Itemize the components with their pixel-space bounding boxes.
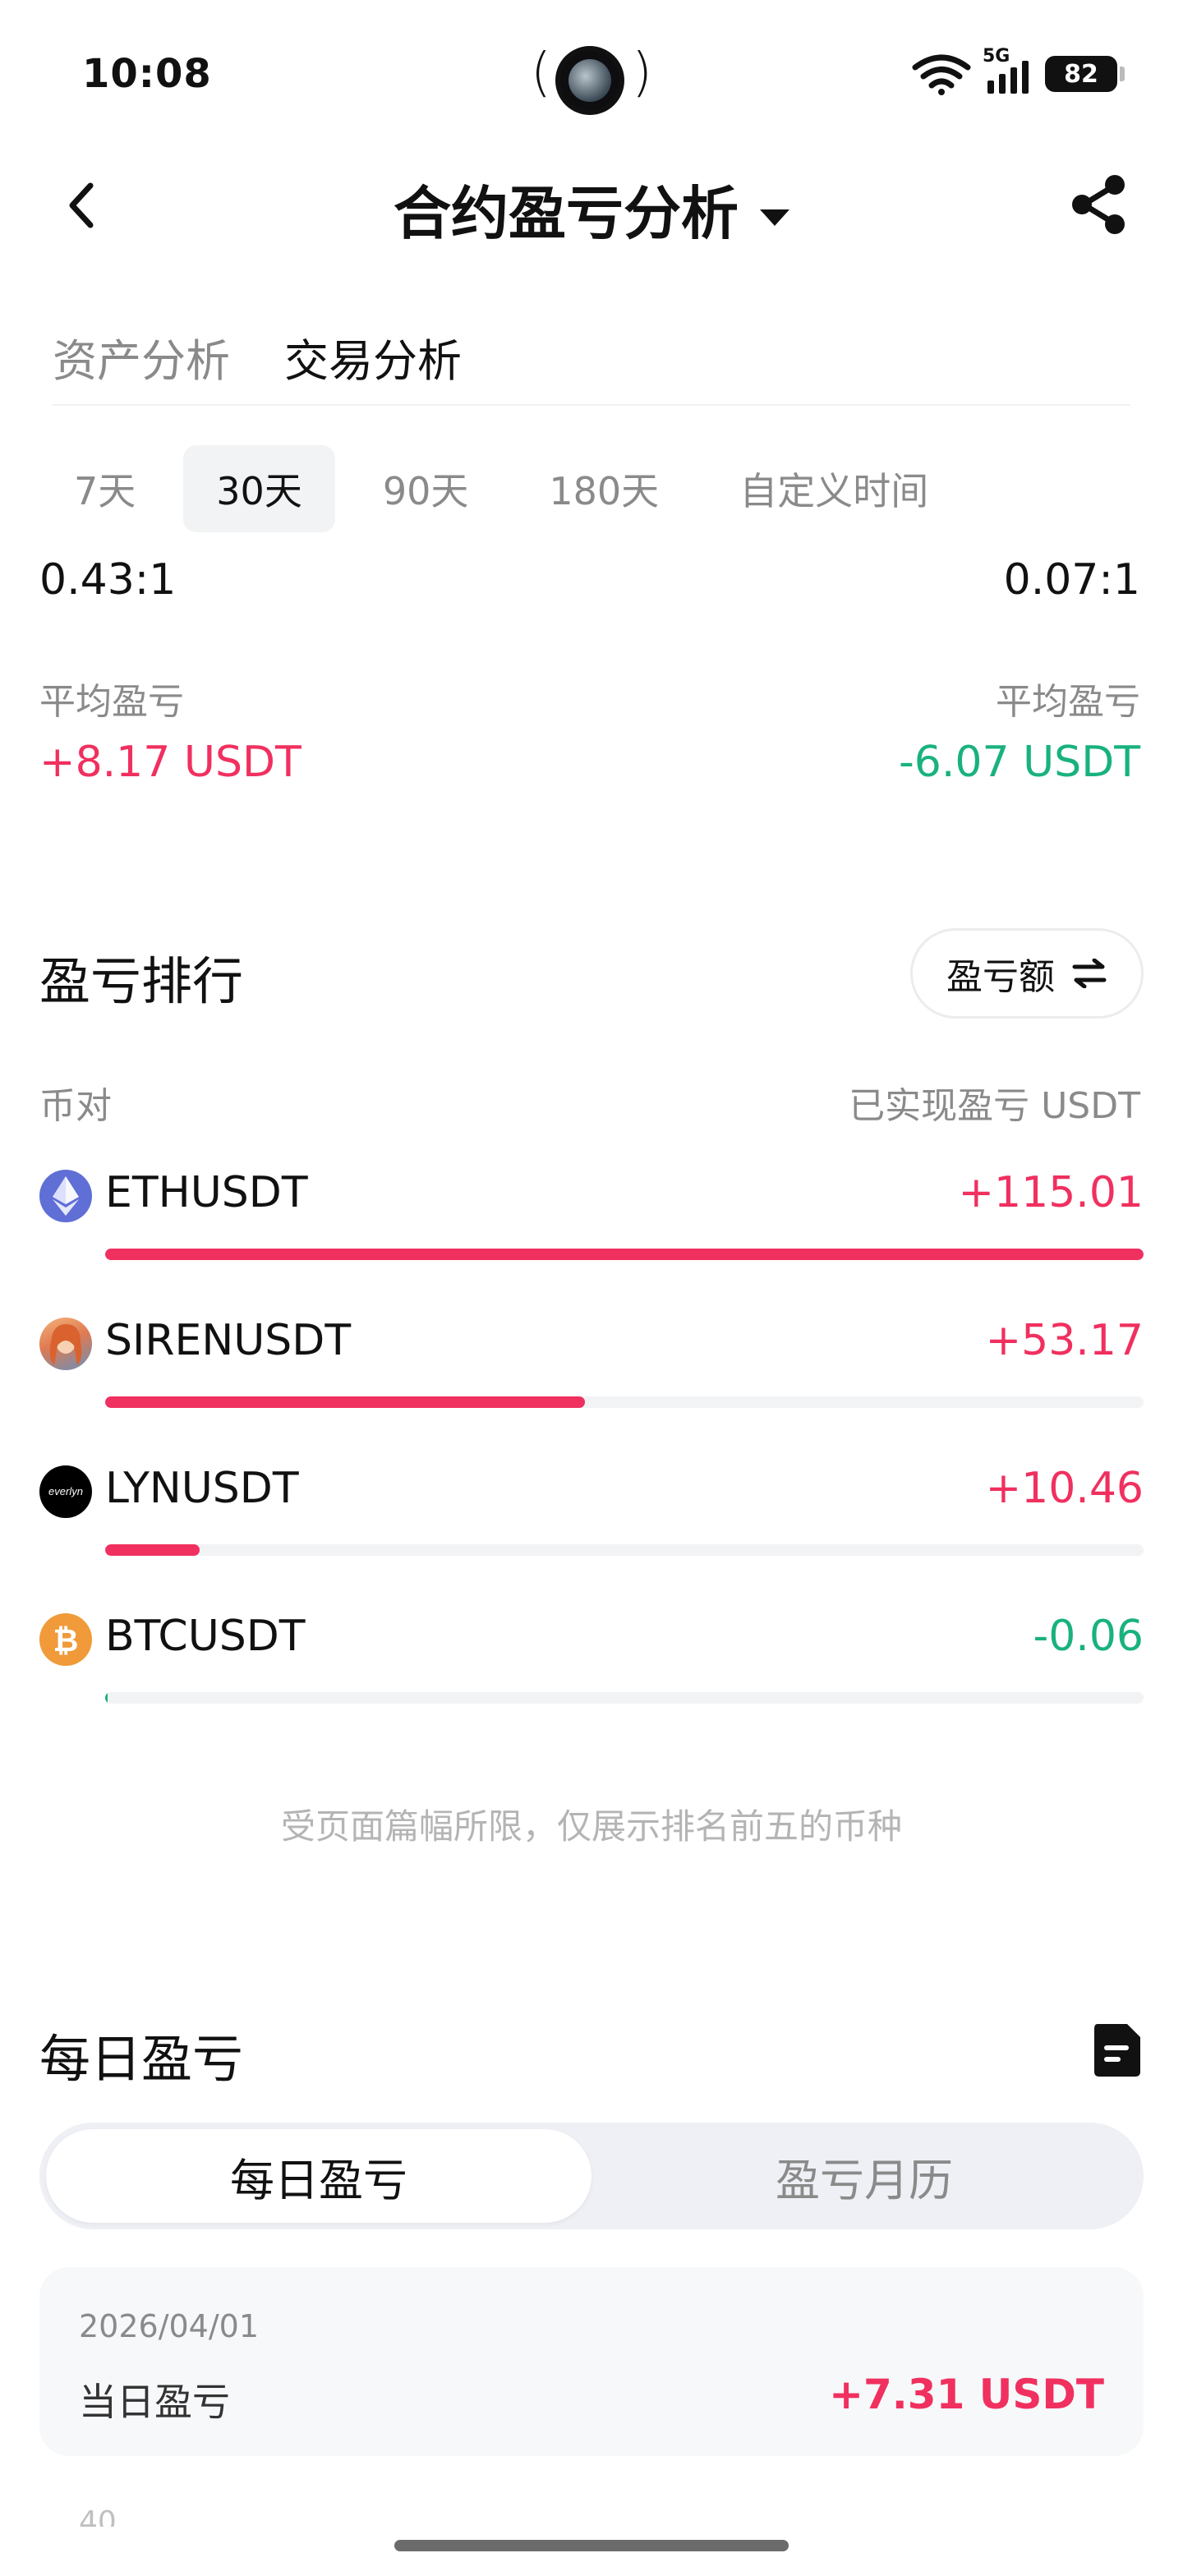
export-doc-button[interactable] (1091, 2021, 1144, 2080)
sort-label: 盈亏额 (946, 956, 1055, 998)
share-icon (1072, 175, 1125, 234)
document-icon (1094, 2024, 1140, 2077)
day-pnl-value: +7.31 USDT (829, 2371, 1104, 2418)
page-title: 合约盈亏分析 (394, 180, 739, 247)
battery-level: 82 (1064, 59, 1098, 89)
siren-avatar-icon (39, 1318, 92, 1370)
caret-down-icon (760, 209, 789, 226)
segment-calendar[interactable]: 盈亏月历 (592, 2129, 1137, 2223)
ranking-note: 受页面篇幅所限，仅展示排名前五的币种 (280, 1806, 902, 1847)
pnl-bar-fill (105, 1692, 108, 1704)
period-90d[interactable]: 90天 (350, 445, 502, 532)
camera-icon (555, 46, 624, 115)
coin-pnl: -0.06 (1033, 1612, 1144, 1661)
pnl-bar-fill (105, 1396, 585, 1408)
ranking-title: 盈亏排行 (39, 951, 244, 1011)
status-icons: 5G 82 (912, 46, 1125, 97)
ethereum-icon (39, 1170, 92, 1222)
home-indicator[interactable] (394, 2540, 789, 2551)
pnl-bar-track (105, 1249, 1144, 1260)
tab-asset-analysis[interactable]: 资产分析 (53, 324, 230, 389)
daily-segmented-control: 每日盈亏 盈亏月历 (39, 2123, 1144, 2229)
pnl-bar-fill (105, 1544, 200, 1556)
ranking-row[interactable]: ₿ BTCUSDT -0.06 (39, 1612, 1144, 1728)
coin-symbol: BTCUSDT (105, 1612, 306, 1661)
cellular-signal-icon: 5G (983, 46, 1033, 97)
segment-daily[interactable]: 每日盈亏 (46, 2129, 592, 2223)
status-bar: 10:08 ( ) 5G 82 (0, 0, 1183, 148)
avg-loss-value: -6.07 USDT (899, 738, 1140, 787)
coin-pnl: +10.46 (985, 1464, 1144, 1513)
daily-title: 每日盈亏 (39, 2029, 244, 2089)
wifi-icon (912, 54, 971, 95)
svg-text:everlyn: everlyn (48, 1485, 83, 1497)
col-pnl-header: 已实现盈亏 USDT (849, 1085, 1140, 1127)
island-left-bracket: ( (531, 43, 551, 104)
period-180d[interactable]: 180天 (516, 445, 692, 532)
period-selector: 7天 30天 90天 180天 自定义时间 (41, 445, 976, 532)
chart-axis-hint: 40 (79, 2505, 117, 2527)
main-tabs: 资产分析 交易分析 (53, 324, 462, 389)
tab-trade-analysis[interactable]: 交易分析 (284, 324, 462, 389)
ranking-row[interactable]: everlyn LYNUSDT +10.46 (39, 1464, 1144, 1580)
pnl-bar-fill (105, 1249, 1144, 1260)
sort-toggle-button[interactable]: 盈亏额 (910, 928, 1144, 1019)
svg-text:₿: ₿ (53, 1622, 79, 1658)
battery-icon: 82 (1045, 56, 1125, 92)
avg-profit-label: 平均盈亏 (39, 681, 184, 723)
period-7d[interactable]: 7天 (41, 445, 168, 532)
ranking-row[interactable]: SIRENUSDT +53.17 (39, 1316, 1144, 1433)
network-type: 5G (983, 46, 1010, 67)
tabs-divider (53, 404, 1130, 406)
status-time: 10:08 (82, 51, 212, 97)
daily-pnl-card[interactable]: 2026/04/01 当日盈亏 +7.31 USDT (39, 2267, 1144, 2456)
pnl-bar-track (105, 1396, 1144, 1408)
coin-pnl: +53.17 (985, 1316, 1144, 1365)
period-custom[interactable]: 自定义时间 (707, 445, 961, 532)
camera-island: ( ) (531, 39, 652, 115)
ratio-right: 0.07:1 (1003, 555, 1140, 605)
col-pair-header: 币对 (39, 1085, 112, 1127)
share-button[interactable] (1061, 168, 1135, 242)
pnl-bar-track (105, 1544, 1144, 1556)
island-right-bracket: ) (632, 43, 652, 104)
ratio-left: 0.43:1 (39, 555, 177, 605)
coin-symbol: LYNUSDT (105, 1464, 299, 1513)
avg-profit-value: +8.17 USDT (39, 738, 302, 787)
ranking-row[interactable]: ETHUSDT +115.01 (39, 1168, 1144, 1285)
swap-arrows-icon (1072, 959, 1107, 988)
pnl-bar-track (105, 1692, 1144, 1704)
coin-symbol: ETHUSDT (105, 1168, 308, 1217)
page-title-dropdown[interactable]: 合约盈亏分析 (0, 168, 1183, 251)
everlyn-logo-icon: everlyn (39, 1465, 92, 1518)
day-date: 2026/04/01 (79, 2308, 260, 2344)
avg-loss-label: 平均盈亏 (996, 681, 1140, 723)
coin-pnl: +115.01 (958, 1168, 1144, 1217)
coin-symbol: SIRENUSDT (105, 1316, 352, 1365)
bitcoin-icon: ₿ (39, 1613, 92, 1666)
nav-bar: 合约盈亏分析 (0, 148, 1183, 263)
day-pnl-label: 当日盈亏 (79, 2380, 230, 2424)
period-30d[interactable]: 30天 (183, 445, 335, 532)
